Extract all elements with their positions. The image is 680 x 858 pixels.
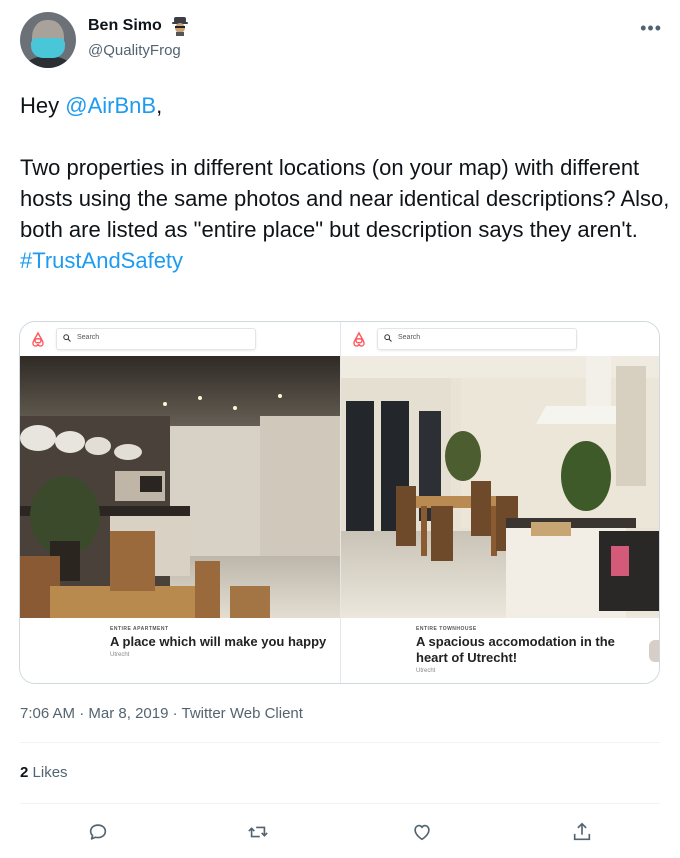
face-mask-icon: [31, 38, 65, 58]
tweet-header: Ben Simo @QualityFrog •••: [20, 12, 670, 72]
search-icon: [384, 334, 392, 342]
handle[interactable]: @QualityFrog: [88, 42, 181, 59]
retweet-icon: [248, 826, 268, 838]
listing-kind: ENTIRE APARTMENT: [110, 626, 169, 632]
hashtag-link[interactable]: #TrustAndSafety: [20, 245, 670, 276]
tweet-text: Hey @AirBnB, Two properties in different…: [20, 90, 670, 276]
tweet-date[interactable]: Mar 8, 2019: [75, 705, 168, 722]
detective-icon: [172, 17, 188, 36]
airbnb-logo-icon: [353, 331, 365, 347]
airbnb-logo-icon: [32, 331, 44, 347]
heart-icon: [414, 824, 430, 841]
tweet-client: Twitter Web Client: [168, 705, 303, 722]
reply-button[interactable]: [81, 815, 115, 849]
kitchen-photo-right: [341, 356, 659, 618]
likes-label: Likes: [32, 764, 68, 781]
search-input[interactable]: Search: [56, 328, 256, 350]
like-button[interactable]: [405, 815, 439, 849]
search-input[interactable]: Search: [377, 328, 577, 350]
search-placeholder: Search: [77, 334, 100, 341]
divider: [20, 742, 660, 743]
likes-number: 2: [20, 764, 29, 781]
tweet-time[interactable]: 7:06 AM: [20, 705, 75, 722]
listing-city: Utrecht: [110, 652, 130, 658]
tweet-meta: 7:06 AMMar 8, 2019Twitter Web Client: [20, 705, 303, 722]
listing-title: A place which will make you happy: [110, 634, 327, 649]
divider: [20, 803, 660, 804]
listing-caption-left[interactable]: ENTIRE APARTMENT A place which will make…: [110, 626, 335, 658]
listing-caption-right[interactable]: ENTIRE TOWNHOUSE A spacious accomodation…: [416, 626, 641, 674]
listing-title: A spacious accomodation in the heart of …: [416, 634, 615, 665]
avatar[interactable]: [20, 12, 76, 68]
share-button[interactable]: [565, 815, 599, 849]
share-icon: [573, 822, 591, 841]
listing-kind: ENTIRE TOWNHOUSE: [416, 626, 477, 632]
mention-link[interactable]: @AirBnB: [65, 93, 156, 118]
reply-icon: [89, 824, 107, 840]
search-placeholder: Search: [398, 334, 421, 341]
listing-screenshot-left[interactable]: Search ENTIRE APARTMENT A place which wi…: [20, 322, 340, 683]
kitchen-photo-left: [20, 356, 340, 618]
retweet-button[interactable]: [241, 815, 275, 849]
search-icon: [63, 334, 71, 342]
display-name[interactable]: Ben Simo: [88, 17, 162, 35]
listing-city: Utrecht: [416, 668, 436, 674]
host-avatar: [649, 640, 659, 662]
greeting-line: Hey @AirBnB,: [20, 93, 163, 118]
action-bar: [0, 815, 680, 849]
media-grid[interactable]: Search ENTIRE APARTMENT A place which wi…: [19, 321, 660, 684]
tweet-body: Two properties in different locations (o…: [20, 155, 670, 242]
listing-screenshot-right[interactable]: Search ENTIRE TOWNHOUSE A spacious accom…: [341, 322, 659, 683]
more-horizontal-icon[interactable]: •••: [640, 18, 662, 39]
likes-count[interactable]: 2 Likes: [20, 764, 68, 781]
